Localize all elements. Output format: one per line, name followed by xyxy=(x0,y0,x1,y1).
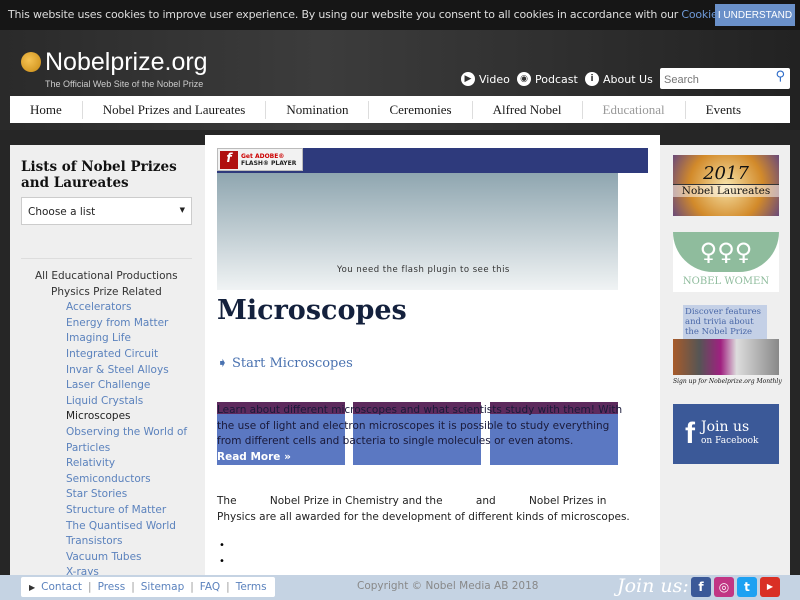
search-icon[interactable]: ⚲ xyxy=(775,69,785,84)
tree-item[interactable]: Structure of Matter xyxy=(10,503,187,519)
tree-item[interactable]: Microscopes xyxy=(10,409,187,425)
facebook-icon[interactable]: f xyxy=(691,577,711,597)
tagline: The Official Web Site of the Nobel Prize xyxy=(45,79,204,89)
main-content: f Get ADOBE® FLASH® PLAYER You need the fl… xyxy=(205,135,660,575)
tree-item[interactable]: The Quantised World xyxy=(10,519,187,535)
nav-educational[interactable]: Educational xyxy=(583,100,686,119)
right-sidebar: 2017 Nobel Laureates ♀♀♀ NOBEL WOMEN Disco… xyxy=(660,145,790,575)
tree-item[interactable]: Imaging Life xyxy=(10,331,187,347)
start-microscopes-link[interactable]: ➧ Start Microscopes xyxy=(217,356,353,371)
twitter-icon[interactable]: t xyxy=(737,577,757,597)
tree-item[interactable]: Star Stories xyxy=(10,487,187,503)
nav-ceremonies[interactable]: Ceremonies xyxy=(369,100,473,119)
copyright: Copyright © Nobel Media AB 2018 xyxy=(357,580,539,592)
tree-item[interactable]: Liquid Crystals xyxy=(10,394,187,410)
site-logo[interactable]: Nobelprize.org xyxy=(45,48,208,77)
sidebar-title: Lists of Nobel Prizes and Laureates xyxy=(21,159,177,191)
newsletter-banner[interactable]: Discover features and trivia about the N… xyxy=(673,305,782,390)
female-symbols-icon: ♀♀♀ xyxy=(673,232,779,272)
triangle-icon: ▶ xyxy=(29,582,36,592)
flash-icon: f xyxy=(220,150,238,169)
nav-prizes[interactable]: Nobel Prizes and Laureates xyxy=(83,100,267,119)
tree-all-productions[interactable]: All Educational Productions xyxy=(10,269,187,285)
footer-press[interactable]: Press xyxy=(98,581,126,593)
flash-message: You need the flash plugin to see this xyxy=(337,265,510,275)
footer-sitemap[interactable]: Sitemap xyxy=(141,581,185,593)
tree-item[interactable]: Semiconductors xyxy=(10,472,187,488)
bullet: • xyxy=(219,540,225,551)
tree-item[interactable]: Observing the World of xyxy=(10,425,187,441)
cookie-text: This website uses cookies to improve use… xyxy=(8,8,753,21)
video-link[interactable]: ▶ Video xyxy=(461,72,510,86)
facebook-banner[interactable]: f Join us on Facebook xyxy=(673,404,779,464)
tree-item[interactable]: Laser Challenge xyxy=(10,378,187,394)
list-select[interactable]: Choose a list ▼ xyxy=(21,197,192,225)
tree-item[interactable]: Particles xyxy=(10,441,187,457)
laureate-photos xyxy=(673,339,779,375)
footer-links: ▶ Contact | Press | Sitemap | FAQ | Terms xyxy=(21,577,275,597)
info-icon: i xyxy=(585,72,599,86)
nav-events[interactable]: Events xyxy=(686,101,761,119)
nav-home[interactable]: Home xyxy=(10,100,83,119)
description-paragraph: The Nobel Prize in Chemistry and the and… xyxy=(217,495,630,523)
footer: ▶ Contact | Press | Sitemap | FAQ | Terms Co… xyxy=(0,575,800,600)
get-flash-button[interactable]: f Get ADOBE® FLASH® PLAYER xyxy=(217,148,303,171)
intro-text: Learn about different microscopes and wh… xyxy=(217,403,637,465)
tree-item[interactable]: Relativity xyxy=(10,456,187,472)
flash-placeholder-image: You need the flash plugin to see this xyxy=(217,173,618,290)
footer-contact[interactable]: Contact xyxy=(41,581,82,593)
tree-item[interactable]: Accelerators xyxy=(10,300,187,316)
tree-item[interactable]: Vacuum Tubes xyxy=(10,550,187,566)
join-us-label: Join us: xyxy=(617,575,689,597)
sidebar: Lists of Nobel Prizes and Laureates Choo… xyxy=(10,145,205,578)
podcast-link[interactable]: ◉ Podcast xyxy=(517,72,578,86)
nav-alfred-nobel[interactable]: Alfred Nobel xyxy=(473,100,583,119)
main-nav: Home Nobel Prizes and Laureates Nominati… xyxy=(10,96,790,123)
search-box: ⚲ xyxy=(660,68,790,91)
facebook-icon: f xyxy=(685,417,695,450)
tree-physics[interactable]: Physics Prize Related xyxy=(10,285,187,301)
tree-item[interactable]: Transistors xyxy=(10,534,187,550)
read-more-link[interactable]: Read More » xyxy=(217,450,637,466)
youtube-icon[interactable]: ▶ xyxy=(760,577,780,597)
instagram-icon[interactable]: ◎ xyxy=(714,577,734,597)
accept-cookies-button[interactable]: I UNDERSTAND xyxy=(715,4,795,26)
page-title: Microscopes xyxy=(217,295,407,326)
edu-tree: All Educational Productions Physics Priz… xyxy=(10,269,187,581)
bullet: • xyxy=(219,556,225,567)
tree-item[interactable]: Energy from Matter xyxy=(10,316,187,332)
play-icon: ▶ xyxy=(461,72,475,86)
nobel-women-banner[interactable]: ♀♀♀ NOBEL WOMEN xyxy=(673,232,779,292)
podcast-icon: ◉ xyxy=(517,72,531,86)
footer-faq[interactable]: FAQ xyxy=(200,581,220,593)
caret-down-icon: ▼ xyxy=(179,206,185,214)
nav-nomination[interactable]: Nomination xyxy=(266,100,370,119)
footer-terms[interactable]: Terms xyxy=(236,581,267,593)
tree-item[interactable]: Integrated Circuit xyxy=(10,347,187,363)
cookie-banner: This website uses cookies to improve use… xyxy=(0,0,800,30)
divider xyxy=(21,258,192,259)
search-input[interactable] xyxy=(660,69,765,91)
about-link[interactable]: i About Us xyxy=(585,72,653,86)
laureates-2017-banner[interactable]: 2017 Nobel Laureates xyxy=(673,155,779,216)
nobel-medal-logo-icon[interactable] xyxy=(21,52,41,72)
tree-item[interactable]: Invar & Steel Alloys xyxy=(10,363,187,379)
